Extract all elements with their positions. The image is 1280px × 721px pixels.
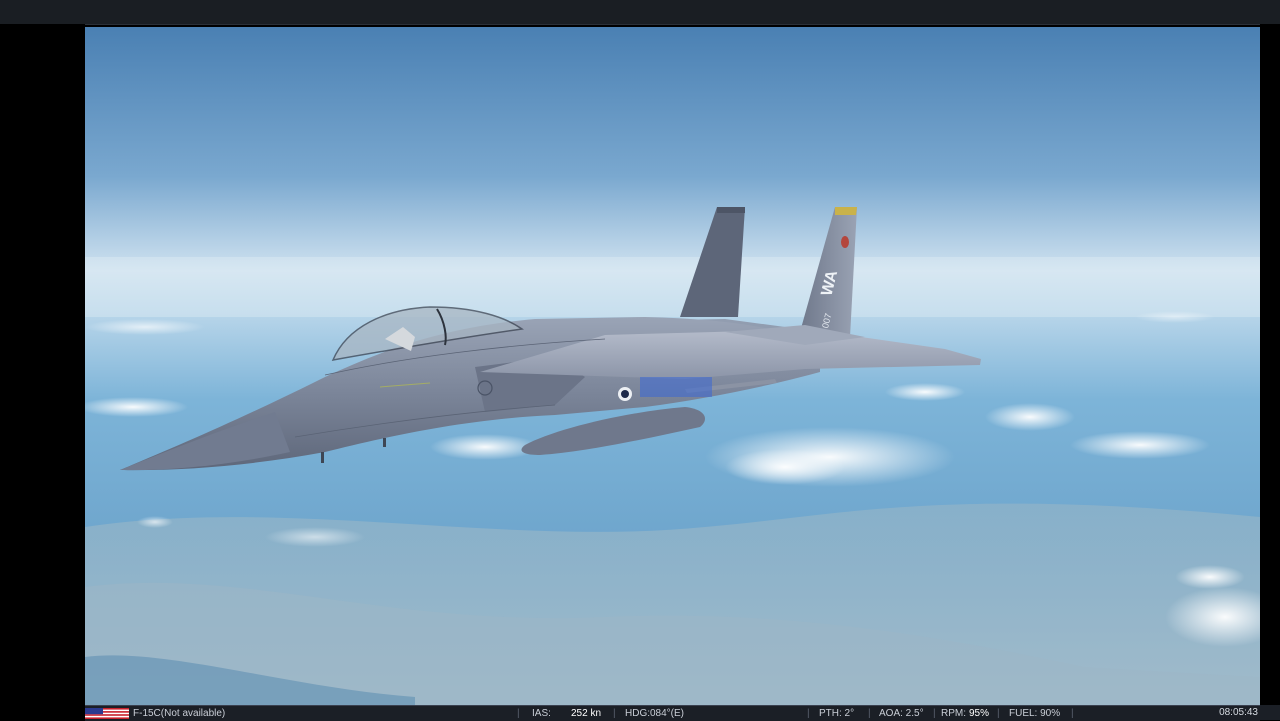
game-clock: 08:05:43	[1219, 707, 1258, 718]
game-viewport[interactable]: WA 007	[85, 27, 1260, 705]
letterbox-right	[1260, 24, 1280, 706]
ias-label: IAS:	[532, 708, 551, 719]
aircraft-name: F-15C(Not available)	[133, 708, 226, 719]
horizon-haze	[85, 257, 1260, 317]
letterbox-left	[0, 24, 85, 706]
ias-value: 252 kn	[571, 708, 602, 719]
pitch: PTH: 2°	[819, 708, 855, 719]
window-top-bar	[0, 0, 1280, 25]
fuel: FUEL: 90%	[1009, 708, 1061, 719]
usa-flag-icon	[85, 708, 129, 719]
clock-bg	[1260, 705, 1280, 720]
angle-of-attack: AOA: 2.5°	[879, 708, 924, 719]
flight-info-bar: F-15C(Not available) | IAS: 252 kn | HDG…	[85, 705, 1260, 721]
heading: HDG:084°(E)	[625, 708, 685, 719]
rpm-label: RPM:	[941, 708, 966, 719]
rpm-value: 95%	[969, 708, 990, 719]
scene: WA 007	[85, 27, 1260, 705]
